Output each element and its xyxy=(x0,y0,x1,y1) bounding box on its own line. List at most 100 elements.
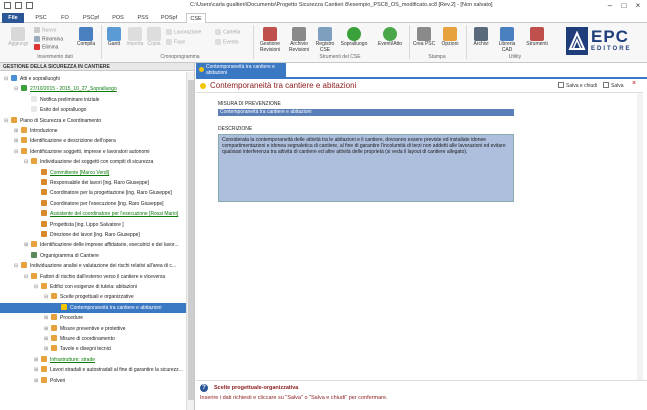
tree-item[interactable]: Assistente del coordinatore per l'esecuz… xyxy=(34,209,178,219)
eventi-atto-button[interactable]: Eventi/Atto xyxy=(373,27,407,48)
tree-toggle-icon[interactable]: ⊟ xyxy=(24,157,30,167)
left-panel: GESTIONE DELLA SICUREZZA IN CANTIERE ⊟ At… xyxy=(0,63,195,410)
tree-item[interactable]: Committente [Marco Verdi] xyxy=(34,168,109,178)
sopralluogo-button[interactable]: Sopralluogo xyxy=(337,27,371,48)
tree-toggle-icon[interactable]: ⊞ xyxy=(44,334,50,344)
save-close-button[interactable]: Salva e chiudi xyxy=(558,82,597,89)
editor-scrollbar[interactable] xyxy=(637,93,643,393)
compila-button[interactable]: Compila xyxy=(74,27,98,48)
tree-item[interactable]: ⊟ Piano di Sicurezza e Coordinamento xyxy=(4,116,101,126)
tree-toggle-icon[interactable]: ⊞ xyxy=(44,313,50,323)
tree-node-icon xyxy=(41,283,47,289)
tree-toggle-icon[interactable]: ⊟ xyxy=(14,261,20,271)
save-quick-icon[interactable] xyxy=(15,2,22,9)
tree-scrollbar[interactable] xyxy=(186,72,194,410)
tree-item-label: Direzione dei lavori [ing. Raro Giuseppe… xyxy=(50,232,140,238)
tree-toggle-icon[interactable]: ⊟ xyxy=(14,147,20,157)
tree-toggle-icon[interactable]: ⊟ xyxy=(24,272,30,282)
tree-item[interactable]: Responsabile dei lavori [ing. Raro Giuse… xyxy=(34,178,149,188)
close-window-button[interactable]: × xyxy=(631,1,645,10)
help-bar: ? Scelte progettuale-organizzativa Inser… xyxy=(196,380,647,410)
tree-toggle-icon[interactable]: ⊟ xyxy=(14,84,20,94)
nuovo-button[interactable]: Nuovo xyxy=(34,27,56,33)
tree-toggle-icon[interactable]: ⊟ xyxy=(4,74,10,84)
tree-item[interactable]: ⊟ Atti e sopralluoghi xyxy=(4,74,60,84)
tree-toggle-icon[interactable]: ⊞ xyxy=(34,365,40,375)
registro-cse-button[interactable]: Registro CSE xyxy=(314,27,336,53)
tree-scroll-thumb[interactable] xyxy=(188,80,194,400)
copia-button[interactable]: Copia xyxy=(146,27,162,48)
tree-item[interactable]: ⊞ Introduzione xyxy=(14,126,58,136)
tree-item[interactable]: ⊞ Polveri xyxy=(34,376,65,386)
maximize-button[interactable]: □ xyxy=(617,1,631,10)
tree-item[interactable]: ⊞ Tavole e disegni tecnici xyxy=(44,344,111,354)
tab-pos[interactable]: POS xyxy=(108,13,128,23)
rinomina-button[interactable]: Rinomina xyxy=(34,36,63,42)
gantt-button[interactable]: Gantt xyxy=(104,27,124,48)
tree-item[interactable]: Progettista [ing. Lippo Salvatore ] xyxy=(34,220,124,230)
tree-toggle-icon[interactable]: ⊞ xyxy=(34,355,40,365)
evento-button[interactable]: Evento xyxy=(215,39,239,45)
tree-item[interactable]: Notifica preliminare iniziale xyxy=(24,95,99,105)
tree-node-icon xyxy=(51,335,57,341)
tree-item[interactable]: ⊟ Individuazione dei soggetti con compiti… xyxy=(24,157,153,167)
tree-item[interactable]: ⊞ Procedure xyxy=(44,313,83,323)
gestione-revisioni-button[interactable]: Gestione Revisioni xyxy=(256,27,284,53)
archivi-button[interactable]: Archivi xyxy=(470,27,492,48)
measure-field[interactable]: Contemporaneità tra cantiere e abitazion… xyxy=(218,109,514,116)
tree-toggle-icon[interactable]: ⊞ xyxy=(34,376,40,386)
tree-item[interactable]: ⊞ Misure di coordinamento xyxy=(44,334,115,344)
print-quick-icon[interactable] xyxy=(26,2,33,9)
tree-toggle-icon[interactable]: ⊞ xyxy=(44,324,50,334)
tree-toggle-icon[interactable]: ⊞ xyxy=(14,136,20,146)
tree-item[interactable]: Coordinatore per l'esecuzione [ing. Raro… xyxy=(34,199,164,209)
tree-toggle-icon[interactable]: ⊟ xyxy=(34,282,40,292)
tab-file[interactable]: File xyxy=(2,13,24,23)
tree-toggle-icon[interactable]: ⊟ xyxy=(4,116,10,126)
document-tab[interactable]: Contemporaneità tra cantiere e abitazion… xyxy=(196,63,286,77)
tree-toggle-icon[interactable]: ⊞ xyxy=(44,344,50,354)
tree-toggle-icon[interactable]: ⊞ xyxy=(24,240,30,250)
compile-icon xyxy=(79,27,93,41)
tree-item[interactable]: ⊟ Individuazione analisi e valutazione de… xyxy=(14,261,176,271)
tree-item[interactable]: Esito del sopralluogo xyxy=(24,105,86,115)
cartella-button[interactable]: Cartella xyxy=(215,29,240,35)
tree-item[interactable]: ⊞ Infrastrutture: strade xyxy=(34,355,95,365)
tree-item[interactable]: Direzione dei lavori [ing. Raro Giuseppe… xyxy=(34,230,140,240)
tab-pscpf[interactable]: PSCpf xyxy=(80,13,102,23)
description-field[interactable]: Considerata la contemporaneità delle att… xyxy=(218,134,514,202)
separator xyxy=(409,25,410,59)
tree-item[interactable]: Organigramma di Cantiere xyxy=(24,251,99,261)
aggiungi-button[interactable]: Aggiungi xyxy=(6,27,30,48)
tree-item[interactable]: ⊟ Fattori di rischio dall'esterno verso i… xyxy=(24,272,165,282)
tree-item[interactable]: Contemporaneità tra cantiere e abitazion… xyxy=(0,302,186,313)
tree-item[interactable]: ⊞ Identificazione e descrizione dell'oper… xyxy=(14,136,116,146)
tree-node-icon xyxy=(11,116,17,123)
close-editor-button[interactable]: × xyxy=(632,80,636,87)
opzioni-button[interactable]: Opzioni xyxy=(438,27,462,48)
strumenti-button[interactable]: Strumenti xyxy=(523,27,551,48)
tab-pss[interactable]: PSS xyxy=(133,13,153,23)
tab-fo[interactable]: FO xyxy=(56,13,74,23)
tree-item[interactable]: ⊟ Scelte progettuali e organizzative xyxy=(44,292,134,302)
tree-toggle-icon[interactable]: ⊞ xyxy=(14,126,20,136)
tree-item[interactable]: ⊟ Identificazione soggetti, imprese e lav… xyxy=(14,147,150,157)
crea-psc-button[interactable]: Crea PSC xyxy=(412,27,436,48)
tree-item[interactable]: ⊞ Identificazione delle imprese affidatar… xyxy=(24,240,179,250)
lavorazione-button[interactable]: Lavorazione xyxy=(166,29,201,35)
tree-item[interactable]: ⊞ Misure preventive e protettive xyxy=(44,324,126,334)
tree-item[interactable]: ⊞ Lavori stradali e autostradali al fine … xyxy=(34,365,183,375)
tree-item[interactable]: ⊟ Edifici con esigenze di tutela: abitazi… xyxy=(34,282,137,292)
tab-psc[interactable]: PSC xyxy=(30,13,52,23)
fase-button[interactable]: Fase xyxy=(166,39,185,45)
archivio-revisioni-button[interactable]: Archivio Revisioni xyxy=(285,27,313,53)
tab-pospf[interactable]: POSpf xyxy=(158,13,180,23)
tree-toggle-icon[interactable]: ⊟ xyxy=(44,292,50,302)
elimina-button[interactable]: Elimina xyxy=(34,44,58,50)
libreria-cad-button[interactable]: Libreria CAD xyxy=(495,27,519,53)
save-button[interactable]: Salva xyxy=(603,82,624,89)
tree-item[interactable]: ⊟ 27/10/2015 - 2015_10_27_Sopralluogo xyxy=(14,84,117,94)
tree-item[interactable]: Coordinatore per la progettazione [ing. … xyxy=(34,188,172,198)
minimize-button[interactable]: – xyxy=(603,1,617,10)
importa-button[interactable]: Importa xyxy=(126,27,144,48)
